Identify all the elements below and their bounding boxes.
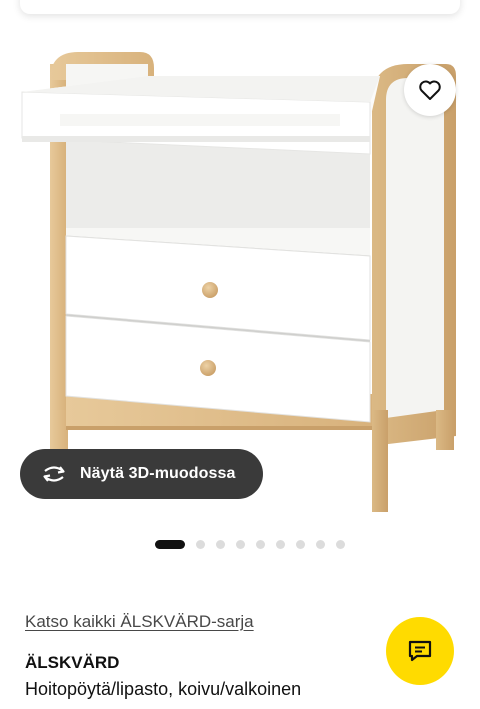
gallery-dot[interactable] [296,539,305,549]
gallery-dot[interactable] [236,539,245,549]
previous-card-edge [20,0,460,14]
gallery-dot[interactable] [196,539,205,549]
gallery-dot[interactable] [336,539,345,549]
chat-button[interactable] [386,617,454,685]
gallery-dot[interactable] [256,539,265,549]
series-link[interactable]: Katso kaikki ÄLSKVÄRD-sarja [25,612,254,632]
chat-bubble-icon [407,639,433,663]
view-3d-label: Näytä 3D-muodossa [80,465,236,482]
heart-icon [418,79,442,101]
product-name: ÄLSKVÄRD [25,653,120,672]
product-description: Hoitopöytä/lipasto, koivu/valkoinen [25,679,302,699]
favourite-button[interactable] [404,64,456,116]
gallery-dot[interactable] [216,539,225,549]
gallery-dot-active[interactable] [155,539,185,549]
gallery-dot[interactable] [276,539,285,549]
view-3d-button[interactable]: Näytä 3D-muodossa [20,449,263,499]
gallery-pagination [155,539,356,549]
rotate-3d-icon [40,464,68,484]
gallery-dot[interactable] [316,539,325,549]
